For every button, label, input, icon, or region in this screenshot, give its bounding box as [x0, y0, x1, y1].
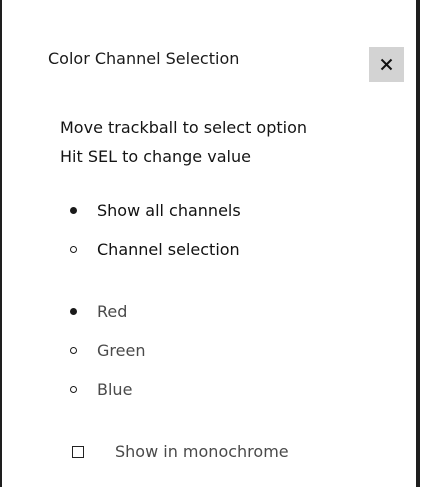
channel-label: Red — [97, 302, 128, 321]
close-button[interactable] — [369, 47, 404, 82]
channel-option-green[interactable]: Green — [70, 341, 145, 360]
channel-label: Green — [97, 341, 146, 360]
option-label: Channel selection — [97, 240, 240, 259]
channel-option-red[interactable]: Red — [70, 302, 127, 321]
channel-option-blue[interactable]: Blue — [70, 380, 132, 399]
monochrome-label: Show in monochrome — [115, 442, 289, 461]
radio-selected-icon[interactable] — [70, 308, 77, 315]
dialog-title: Color Channel Selection — [48, 49, 240, 68]
monochrome-checkbox[interactable] — [72, 445, 84, 458]
instruction-line-1: Move trackball to select option — [60, 118, 308, 137]
color-channel-dialog: Color Channel Selection Move trackball t… — [0, 0, 420, 487]
channel-label: Blue — [97, 380, 133, 399]
option-show-all-channels[interactable]: Show all channels — [70, 201, 241, 220]
option-channel-selection[interactable]: Channel selection — [70, 240, 240, 259]
option-label: Show all channels — [97, 201, 241, 220]
monochrome-checkbox-row[interactable]: Show in monochrome — [72, 442, 289, 461]
close-icon — [380, 58, 393, 71]
radio-selected-icon[interactable] — [70, 207, 77, 214]
radio-unselected-icon[interactable] — [70, 246, 77, 253]
instruction-line-2: Hit SEL to change value — [60, 147, 251, 166]
radio-unselected-icon[interactable] — [70, 347, 77, 354]
radio-unselected-icon[interactable] — [70, 386, 77, 393]
